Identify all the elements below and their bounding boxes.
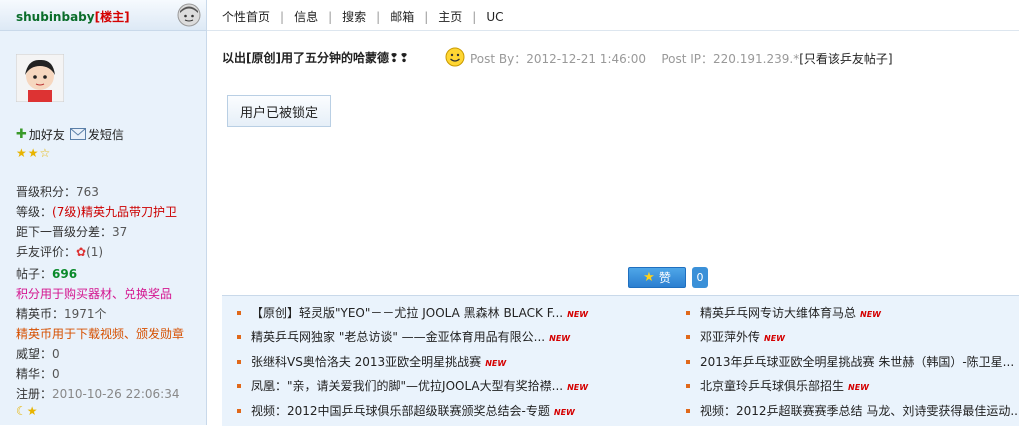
bullet-icon <box>686 310 690 315</box>
mini-avatar-icon <box>177 3 201 27</box>
coins-note-link[interactable]: 精英币用于下载视频、颁发勋章 <box>16 325 184 342</box>
bullet-icon <box>686 359 690 364</box>
post-count: 帖子：696 <box>16 267 78 281</box>
elite-coins: 精英币：1971个 <box>16 307 107 321</box>
plus-icon: ✚ <box>16 126 27 142</box>
new-badge: NEW <box>485 359 507 368</box>
user-avatar[interactable] <box>16 54 64 102</box>
next-level-diff: 距下一晋级分差：37 <box>16 225 128 239</box>
like-button[interactable]: ★ 赞 <box>628 267 686 288</box>
star-icon: ★ <box>16 146 27 160</box>
nav-mailbox[interactable]: 邮箱 <box>390 8 414 25</box>
post-ip: Post IP：220.191.239.* <box>661 52 800 66</box>
role-badge: [楼主] <box>94 10 130 24</box>
add-friend-link[interactable]: 加好友 <box>29 126 65 143</box>
related-link[interactable]: 【原创】轻灵版"YEO"－－尤拉 JOOLA 黑森林 BLACK F... NEW <box>237 304 588 321</box>
smiley-icon <box>445 47 465 67</box>
new-badge: NEW <box>567 310 589 319</box>
new-badge: NEW <box>848 383 869 392</box>
locked-notice: 用户已被锁定 <box>227 95 331 127</box>
star-icon: ☆ <box>39 146 51 160</box>
related-links: 【原创】轻灵版"YEO"－－尤拉 JOOLA 黑森林 BLACK F... NEW… <box>222 295 1019 426</box>
related-link[interactable]: 张继科VS奥恰洛夫 2013亚欧全明星挑战赛 NEW <box>237 353 506 370</box>
essence: 精华：0 <box>16 367 60 381</box>
star-icon: ★ <box>27 146 39 160</box>
user-actions: ✚ 加好友 发短信 <box>16 126 124 142</box>
grade: 等级：(7级)精英九品带刀护卫 <box>16 205 178 219</box>
related-link[interactable]: 北京童玲乒乓球俱乐部招生 NEW <box>686 377 869 394</box>
star-icon: ★ <box>26 404 38 418</box>
envelope-icon <box>69 128 86 140</box>
post-time: Post By：2012-12-21 1:46:00 <box>470 52 647 66</box>
nav-search[interactable]: 搜索 <box>342 8 366 25</box>
new-badge: NEW <box>860 310 881 319</box>
post-title: 以出[原创]用了五分钟的哈蒙德❢❢ <box>222 51 410 65</box>
nav-info[interactable]: 信息 <box>294 8 318 25</box>
bullet-icon <box>686 334 690 339</box>
moon-icon: ☾ <box>16 404 27 418</box>
registered-date: 注册：2010-10-26 22:06:34 <box>16 387 180 401</box>
new-badge: NEW <box>567 383 589 392</box>
related-link[interactable]: 邓亚萍外传 NEW <box>686 328 785 345</box>
related-link[interactable]: 视频：2012乒超联赛赛季总结 马龙、刘诗雯获得最佳运动... <box>686 402 1019 419</box>
nav-uc[interactable]: UC <box>486 10 503 24</box>
bullet-icon <box>237 383 241 388</box>
user-sidebar: shubinbaby[楼主] ✚ 加好友 发短信 ★ ★ ☆ 晋级积分：763 … <box>0 0 207 425</box>
top-nav: 个性首页 | 信息 | 搜索 | 邮箱 | 主页 | UC <box>207 0 1019 31</box>
rank-stars: ★ ★ ☆ <box>16 146 50 160</box>
points-note-link[interactable]: 积分用于购买器材、兑换奖品 <box>16 285 172 302</box>
send-message-link[interactable]: 发短信 <box>88 126 124 143</box>
related-link[interactable]: 2013年乒乓球亚欧全明星挑战赛 朱世赫（韩国）-陈卫星... <box>686 353 1014 370</box>
bullet-icon <box>686 408 690 413</box>
new-badge: NEW <box>764 334 785 343</box>
new-badge: NEW <box>553 408 575 417</box>
sidebar-header: shubinbaby[楼主] <box>0 0 206 31</box>
like-label: 赞 <box>658 271 671 285</box>
star-icon: ★ <box>643 270 655 285</box>
level-points: 晋级积分：763 <box>16 185 99 199</box>
bullet-icon <box>237 310 241 315</box>
flower-icon: ✿ <box>76 245 87 259</box>
only-this-user-link[interactable]: [只看该乒友帖子] <box>799 52 892 66</box>
related-link[interactable]: 视频：2012中国乒乓球俱乐部超级联赛颁奖总结会-专题 NEW <box>237 402 575 419</box>
medals: ☾★ <box>16 404 38 418</box>
nav-homepage[interactable]: 主页 <box>438 8 462 25</box>
related-link[interactable]: 精英乒乓网独家 "老总访谈" ——金亚体育用品有限公... NEW <box>237 328 570 345</box>
prestige: 威望：0 <box>16 347 60 361</box>
related-link[interactable]: 精英乒乓网专访大维体育马总 NEW <box>686 304 881 321</box>
related-link[interactable]: 凤凰："亲，请关爱我们的脚"—优拉JOOLA大型有奖拾襟... NEW <box>237 377 588 394</box>
bullet-icon <box>237 334 241 339</box>
like-count: 0 <box>692 267 708 288</box>
post-meta: Post By：2012-12-21 1:46:00 Post IP：220.1… <box>470 50 893 67</box>
nav-profile-home[interactable]: 个性首页 <box>222 8 270 25</box>
rating: 乒友评价：✿(1) <box>16 245 104 259</box>
new-badge: NEW <box>549 334 571 343</box>
username[interactable]: shubinbaby[楼主] <box>16 8 130 25</box>
bullet-icon <box>237 359 241 364</box>
bullet-icon <box>237 408 241 413</box>
bullet-icon <box>686 383 690 388</box>
